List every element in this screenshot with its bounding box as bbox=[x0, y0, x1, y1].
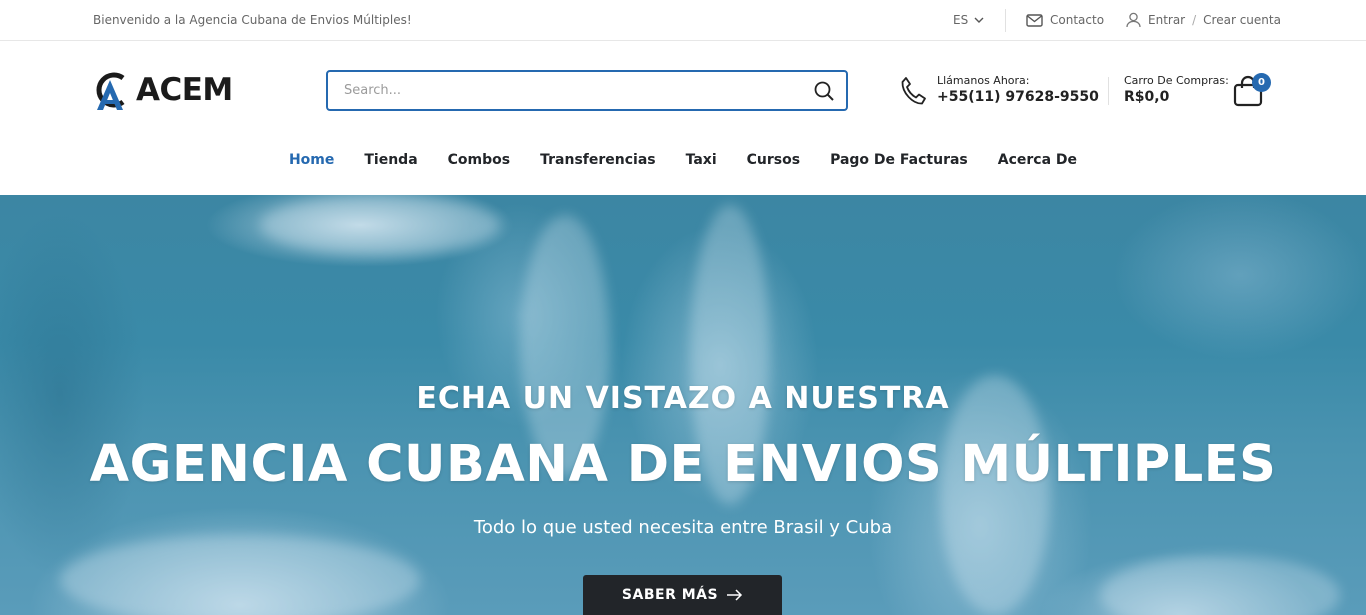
search-icon bbox=[814, 81, 834, 101]
language-label: ES bbox=[953, 13, 969, 27]
hero-headline: AGENCIA CUBANA DE ENVIOS MÚLTIPLES bbox=[89, 435, 1277, 494]
nav-item-pago-de-facturas[interactable]: Pago De Facturas bbox=[815, 151, 983, 169]
main-navigation: Home Tienda Combos Transferencias Taxi C… bbox=[0, 151, 1366, 169]
phone-label: Llámanos Ahora: bbox=[937, 74, 1030, 87]
hero-banner: ECHA UN VISTAZO A NUESTRA AGENCIA CUBANA… bbox=[0, 195, 1366, 615]
search-bar bbox=[326, 70, 848, 111]
nav-item-home[interactable]: Home bbox=[274, 151, 349, 169]
hero-kicker: ECHA UN VISTAZO A NUESTRA bbox=[416, 381, 950, 416]
saber-mas-button[interactable]: SABER MÁS bbox=[583, 575, 782, 615]
chevron-down-icon bbox=[974, 17, 984, 23]
nav-item-combos[interactable]: Combos bbox=[433, 151, 525, 169]
cart-count-badge: 0 bbox=[1252, 73, 1271, 92]
cart-label: Carro De Compras: bbox=[1124, 74, 1229, 87]
header-divider bbox=[1108, 77, 1109, 105]
top-bar: Bienvenido a la Agencia Cubana de Envios… bbox=[0, 0, 1366, 41]
nav-item-acerca-de[interactable]: Acerca De bbox=[983, 151, 1092, 169]
hero-content: ECHA UN VISTAZO A NUESTRA AGENCIA CUBANA… bbox=[0, 195, 1366, 615]
cart-summary[interactable]: Carro De Compras: R$0,0 bbox=[1124, 74, 1229, 107]
nav-item-taxi[interactable]: Taxi bbox=[671, 151, 732, 169]
language-selector[interactable]: ES bbox=[953, 13, 984, 27]
phone-number: +55(11) 97628-9550 bbox=[937, 89, 1099, 105]
cart-total: R$0,0 bbox=[1124, 89, 1170, 105]
arrow-right-icon bbox=[727, 589, 743, 601]
main-header: ACEM Llámanos Ahora: +55(11) 97628-9550 … bbox=[0, 41, 1366, 195]
nav-item-cursos[interactable]: Cursos bbox=[732, 151, 815, 169]
site-logo[interactable]: ACEM bbox=[93, 69, 233, 111]
register-link[interactable]: Crear cuenta bbox=[1203, 13, 1281, 27]
user-icon bbox=[1126, 12, 1141, 28]
contact-link[interactable]: Contacto bbox=[1026, 13, 1104, 27]
account-separator: / bbox=[1192, 13, 1197, 27]
phone-contact[interactable]: Llámanos Ahora: +55(11) 97628-9550 bbox=[899, 74, 1099, 107]
nav-item-transferencias[interactable]: Transferencias bbox=[525, 151, 671, 169]
account-links: Entrar / Crear cuenta bbox=[1126, 12, 1281, 28]
phone-icon bbox=[901, 76, 926, 104]
cta-label: SABER MÁS bbox=[621, 587, 719, 603]
logo-mark-icon bbox=[96, 72, 125, 110]
search-input[interactable] bbox=[328, 72, 802, 109]
contact-label: Contacto bbox=[1050, 13, 1105, 27]
nav-item-tienda[interactable]: Tienda bbox=[349, 151, 432, 169]
mail-icon bbox=[1026, 13, 1043, 27]
search-button[interactable] bbox=[802, 72, 846, 109]
topbar-divider bbox=[1005, 9, 1006, 32]
hero-subtitle: Todo lo que usted necesita entre Brasil … bbox=[473, 517, 893, 538]
welcome-message: Bienvenido a la Agencia Cubana de Envios… bbox=[93, 13, 412, 27]
login-link[interactable]: Entrar bbox=[1148, 13, 1185, 27]
logo-text: ACEM bbox=[136, 72, 233, 108]
